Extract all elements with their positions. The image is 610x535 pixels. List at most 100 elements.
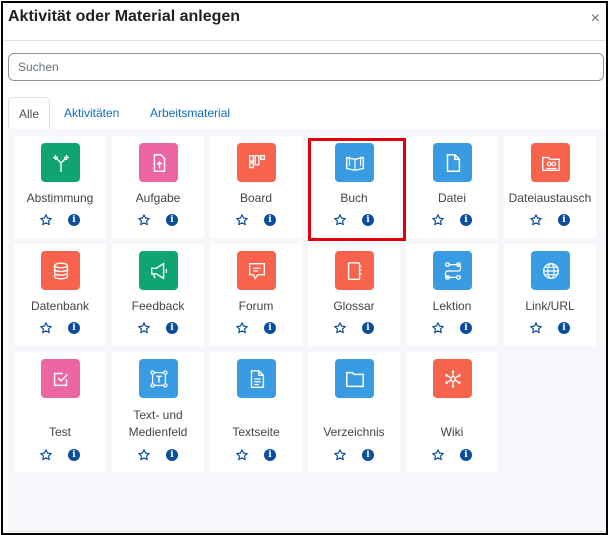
info-icon[interactable]: i [460,322,472,334]
info-icon[interactable]: i [362,214,374,226]
tile-actions: i [210,321,302,337]
star-icon[interactable] [431,321,445,335]
star-icon[interactable] [529,321,543,335]
tab-alle[interactable]: Alle [8,97,51,130]
star-icon[interactable] [333,321,347,335]
tile-actions: i [210,448,302,464]
module-tile[interactable]: Datei i [406,136,498,238]
star-icon[interactable] [333,213,347,227]
star-icon[interactable] [235,321,249,335]
module-label: Datei [437,191,466,205]
info-icon[interactable]: i [68,214,80,226]
page-icon [237,359,276,398]
module-tile[interactable]: Text- und Medienfeld i [112,352,204,472]
notebook-icon [335,251,374,290]
info-icon[interactable]: i [558,214,570,226]
module-tile[interactable]: Wiki i [406,352,498,472]
module-tile[interactable]: Test i [14,352,106,472]
tile-actions: i [406,321,498,337]
module-tile[interactable]: Link/URL i [504,244,596,346]
close-icon[interactable]: × [591,11,600,27]
star-icon[interactable] [137,213,151,227]
tile-actions: i [308,321,400,337]
info-icon[interactable]: i [264,214,276,226]
star-icon[interactable] [333,448,347,462]
module-tile[interactable]: Lektion i [406,244,498,346]
tile-actions: i [308,448,400,464]
tab-arbeitsmaterial[interactable]: Arbeitsmaterial [140,97,240,129]
folder-users-icon [531,143,570,182]
star-icon[interactable] [529,213,543,227]
module-label: Buch [340,191,368,205]
star-icon[interactable] [137,448,151,462]
tile-actions: i [112,213,204,229]
add-activity-dialog: Aktivität oder Material anlegen × Alle A… [1,1,608,535]
info-icon[interactable]: i [68,322,80,334]
star-icon[interactable] [39,213,53,227]
tab-aktivitaeten[interactable]: Aktivitäten [54,97,129,129]
module-tile[interactable]: Aufgabe i [112,136,204,238]
info-icon[interactable]: i [460,449,472,461]
tile-actions: i [14,213,106,229]
module-grid: Abstimmung i Aufgabe i Board i Buch i Datei i Date… [8,129,606,532]
module-label: Feedback [131,299,185,313]
info-icon[interactable]: i [166,214,178,226]
module-tile[interactable]: Textseite i [210,352,302,472]
module-tile[interactable]: Verzeichnis i [308,352,400,472]
info-icon[interactable]: i [558,322,570,334]
database-icon [41,251,80,290]
module-tile[interactable]: Buch i [308,136,400,238]
info-icon[interactable]: i [460,214,472,226]
path-icon [433,251,472,290]
tile-actions: i [406,213,498,229]
tile-actions: i [14,321,106,337]
info-icon[interactable]: i [362,322,374,334]
info-icon[interactable]: i [166,449,178,461]
module-label: Aufgabe [135,191,181,205]
star-icon[interactable] [39,448,53,462]
module-tile[interactable]: Board i [210,136,302,238]
globe-icon [531,251,570,290]
search-input[interactable] [8,53,604,81]
folder-icon [335,359,374,398]
tile-actions: i [14,448,106,464]
module-tile[interactable]: Glossar i [308,244,400,346]
module-tile[interactable]: Feedback i [112,244,204,346]
tile-actions: i [504,321,596,337]
star-icon[interactable] [431,448,445,462]
module-label: Glossar [333,299,375,313]
tile-actions: i [112,321,204,337]
info-icon[interactable]: i [166,322,178,334]
module-tile[interactable]: Datenbank i [14,244,106,346]
module-tile[interactable]: Abstimmung i [14,136,106,238]
text-frame-icon [139,359,178,398]
star-icon[interactable] [137,321,151,335]
dialog-header: Aktivität oder Material anlegen × [3,3,606,41]
module-tile[interactable]: Dateiaustausch i [504,136,596,238]
tile-actions: i [308,213,400,229]
module-tile[interactable]: Forum i [210,244,302,346]
tile-actions: i [504,213,596,229]
info-icon[interactable]: i [362,449,374,461]
star-icon[interactable] [39,321,53,335]
star-icon[interactable] [235,213,249,227]
module-label: Wiki [440,425,464,439]
module-label: Text- und Medienfeld [128,408,188,439]
tab-bar: Alle Aktivitäten Arbeitsmaterial [8,97,606,130]
info-icon[interactable]: i [264,322,276,334]
tile-actions: i [112,448,204,464]
star-icon[interactable] [235,448,249,462]
info-icon[interactable]: i [264,449,276,461]
info-icon[interactable]: i [68,449,80,461]
module-label: Dateiaustausch [508,191,592,205]
module-label: Forum [238,299,274,313]
star-icon[interactable] [431,213,445,227]
assignment-upload-icon [139,143,178,182]
network-icon [433,359,472,398]
dialog-title: Aktivität oder Material anlegen [8,8,241,25]
module-label: Lektion [432,299,472,313]
module-label: Datenbank [30,299,90,313]
module-label: Link/URL [525,299,575,313]
tile-actions: i [406,448,498,464]
file-icon [433,143,472,182]
